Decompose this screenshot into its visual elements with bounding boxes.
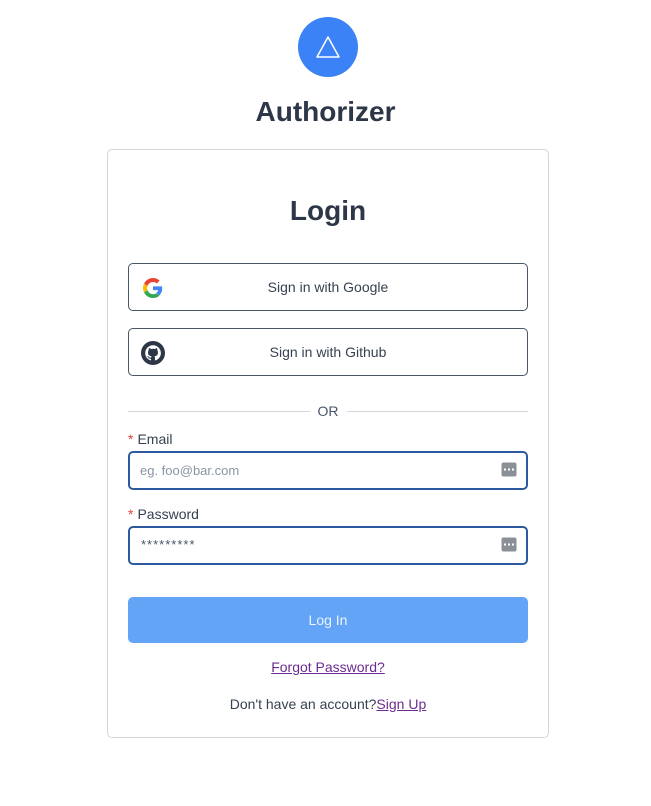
divider-line-right [346, 410, 528, 412]
forgot-password-link[interactable]: Forgot Password? [271, 659, 385, 675]
email-field-wrapper [128, 451, 528, 490]
password-masked-value: ********* [141, 537, 196, 552]
password-label-text: Password [137, 506, 199, 522]
signup-prompt: Don't have an account? [229, 696, 377, 712]
forgot-password-row: Forgot Password? [108, 659, 548, 675]
login-card: Login Sign in with Google Sign in with G… [107, 149, 549, 738]
password-manager-icon[interactable] [501, 537, 517, 552]
required-mark: * [128, 506, 134, 522]
github-icon [141, 341, 165, 365]
password-field[interactable]: ********* [128, 526, 528, 565]
password-manager-icon[interactable] [501, 462, 517, 477]
divider-text: OR [317, 403, 339, 419]
signup-row: Don't have an account?Sign Up [108, 696, 548, 712]
password-label: * Password [128, 506, 199, 522]
google-signin-button[interactable]: Sign in with Google [128, 263, 528, 311]
or-divider: OR [128, 403, 528, 419]
triangle-icon [316, 36, 340, 58]
required-mark: * [128, 431, 134, 447]
app-logo [298, 17, 358, 77]
app-title: Authorizer [255, 96, 396, 127]
divider-line-left [128, 410, 310, 412]
login-title: Login [289, 195, 367, 226]
google-signin-label: Sign in with Google [267, 279, 389, 295]
login-button[interactable]: Log In [128, 597, 528, 643]
github-signin-button[interactable]: Sign in with Github [128, 328, 528, 376]
email-input[interactable] [130, 453, 490, 488]
google-icon [141, 276, 165, 300]
github-signin-label: Sign in with Github [269, 344, 387, 360]
email-label: * Email [128, 431, 172, 447]
signup-link[interactable]: Sign Up [376, 696, 426, 712]
email-label-text: Email [137, 431, 173, 447]
